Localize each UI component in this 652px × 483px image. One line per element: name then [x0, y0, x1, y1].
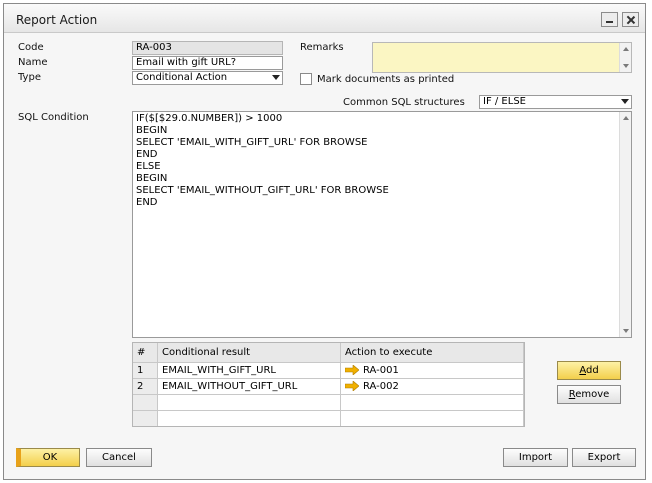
link-arrow-icon[interactable]	[345, 365, 359, 375]
sql-line: SELECT 'EMAIL_WITHOUT_GIFT_URL' FOR BROW…	[136, 185, 389, 196]
export-button[interactable]: Export	[572, 448, 636, 467]
type-select-value: Conditional Action	[136, 72, 228, 83]
type-label: Type	[18, 72, 41, 83]
mark-printed-label: Mark documents as printed	[317, 74, 455, 85]
scroll-down-icon[interactable]	[623, 64, 629, 68]
cancel-button[interactable]: Cancel	[86, 448, 152, 467]
sql-line: END	[136, 149, 158, 160]
chevron-down-icon	[621, 99, 629, 104]
sql-condition-editor[interactable]: IF($[$29.0.NUMBER]) > 1000 BEGIN SELECT …	[132, 111, 632, 338]
add-button[interactable]: Add	[557, 361, 621, 380]
table-cell-action[interactable]: RA-002	[341, 379, 524, 395]
scroll-down-icon[interactable]	[623, 329, 629, 333]
table-cell-action[interactable]: RA-001	[341, 363, 524, 379]
code-field: RA-003	[132, 41, 283, 55]
common-sql-select-value: IF / ELSE	[483, 96, 526, 107]
link-arrow-icon[interactable]	[345, 381, 359, 391]
report-action-window: Report Action Code RA-003 Name Email wit…	[3, 3, 646, 480]
sql-line: BEGIN	[136, 125, 168, 136]
common-sql-label: Common SQL structures	[343, 97, 465, 108]
import-button[interactable]: Import	[503, 448, 568, 467]
window-title: Report Action	[16, 13, 98, 27]
table-cell-empty[interactable]	[341, 395, 524, 411]
sql-line: IF($[$29.0.NUMBER]) > 1000	[136, 113, 283, 124]
mark-printed-checkbox[interactable]	[300, 73, 312, 85]
add-button-mnemonic: A	[579, 365, 586, 376]
ok-button[interactable]: OK	[16, 448, 80, 467]
sql-scrollbar[interactable]	[619, 112, 631, 337]
sql-line: SELECT 'EMAIL_WITH_GIFT_URL' FOR BROWSE	[136, 137, 368, 148]
table-cell-empty[interactable]	[158, 395, 341, 411]
table-cell-result[interactable]: EMAIL_WITHOUT_GIFT_URL	[158, 379, 341, 395]
minimize-button[interactable]	[601, 12, 618, 27]
table-row-empty[interactable]	[133, 395, 158, 411]
table-header-result: Conditional result	[158, 343, 341, 363]
table-cell-result[interactable]: EMAIL_WITH_GIFT_URL	[158, 363, 341, 379]
scroll-up-icon[interactable]	[623, 47, 629, 51]
sql-condition-label: SQL Condition	[18, 112, 89, 123]
common-sql-select[interactable]: IF / ELSE	[479, 95, 632, 109]
remove-button[interactable]: Remove	[557, 385, 621, 404]
add-button-label: dd	[585, 365, 599, 376]
action-value: RA-001	[363, 365, 399, 376]
table-cell-empty[interactable]	[158, 411, 341, 426]
name-field[interactable]: Email with gift URL?	[132, 56, 283, 70]
remarks-scrollbar[interactable]	[619, 43, 631, 72]
remarks-field[interactable]	[372, 42, 632, 73]
table-row-empty[interactable]	[133, 411, 158, 426]
name-label: Name	[18, 57, 48, 68]
table-header-num: #	[133, 343, 158, 363]
conditions-table: # Conditional result Action to execute 1…	[132, 342, 525, 427]
remove-button-label: emove	[575, 389, 610, 400]
code-label: Code	[18, 42, 44, 53]
remarks-label: Remarks	[300, 42, 344, 53]
table-row-num[interactable]: 2	[133, 379, 158, 395]
sql-line: BEGIN	[136, 173, 168, 184]
title-bar[interactable]: Report Action	[4, 4, 645, 33]
chevron-down-icon	[272, 75, 280, 80]
close-button[interactable]	[622, 12, 639, 27]
type-select[interactable]: Conditional Action	[132, 71, 283, 85]
table-cell-empty[interactable]	[341, 411, 524, 426]
sql-line: END	[136, 197, 158, 208]
sql-line: ELSE	[136, 161, 161, 172]
table-row-num[interactable]: 1	[133, 363, 158, 379]
scroll-up-icon[interactable]	[623, 116, 629, 120]
action-value: RA-002	[363, 381, 399, 392]
table-header-action: Action to execute	[341, 343, 524, 363]
